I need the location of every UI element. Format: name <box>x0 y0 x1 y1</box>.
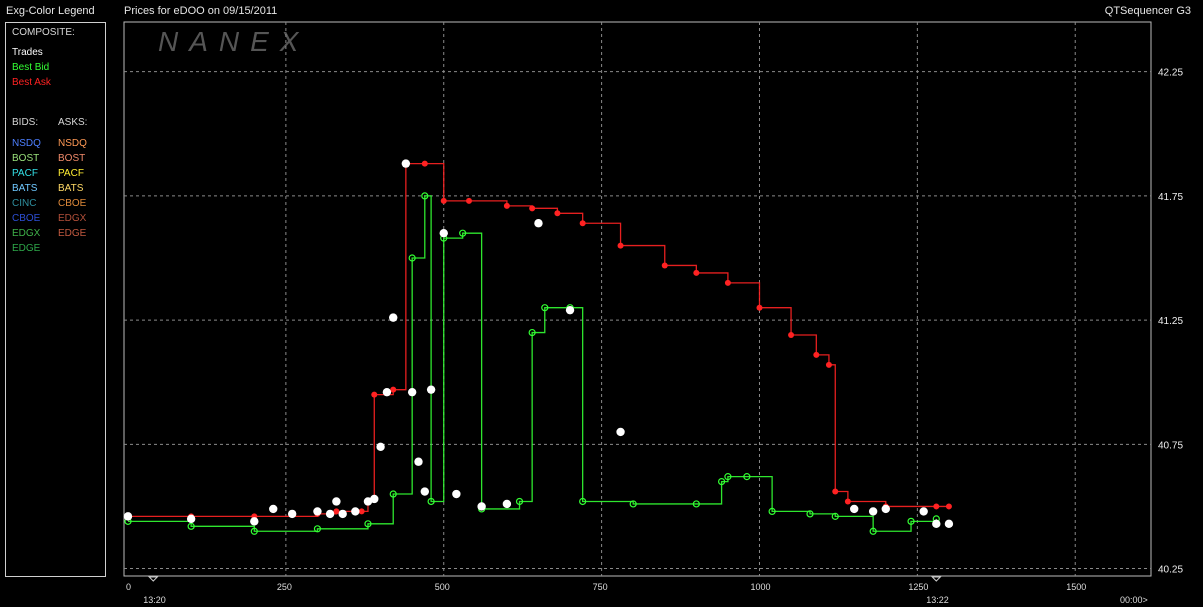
trades-point <box>477 502 486 511</box>
x-tick-label: 750 <box>593 582 608 592</box>
trades-point <box>452 489 461 499</box>
best-ask-point <box>788 332 795 339</box>
best-ask-point <box>661 262 668 269</box>
trades-point <box>250 517 259 526</box>
best-ask-point <box>466 197 472 204</box>
trades-point <box>123 512 133 521</box>
trades-point <box>338 509 347 519</box>
x-tick-label: 0 <box>126 582 131 592</box>
best-ask-point <box>503 202 510 209</box>
trades-point <box>534 219 543 228</box>
best-ask-point <box>554 210 561 217</box>
y-tick-label: 41.75 <box>1158 192 1183 203</box>
trades-point <box>269 504 278 514</box>
series-layer <box>123 159 954 535</box>
best-ask-point <box>371 391 378 398</box>
grid-layer <box>124 22 1151 576</box>
trades-point <box>389 313 398 322</box>
x-tick-label: 500 <box>435 582 450 592</box>
trades-point <box>881 504 890 514</box>
best-ask-point <box>933 503 940 510</box>
best-ask-point <box>825 361 832 368</box>
trades-point <box>332 497 341 506</box>
best-ask-series-line <box>128 162 949 518</box>
watermark-text: NANEX <box>158 26 309 57</box>
best-ask-point <box>724 279 731 286</box>
y-tick-label: 41.25 <box>1158 316 1183 327</box>
trades-point <box>370 494 379 504</box>
best-ask-point <box>390 386 397 393</box>
best-ask-point <box>844 498 851 505</box>
best-ask-point <box>579 220 586 227</box>
time-label: 13:22 <box>926 595 949 605</box>
y-tick-label: 40.25 <box>1158 565 1183 576</box>
y-tick-label: 40.75 <box>1158 440 1183 451</box>
trades-point <box>426 385 436 394</box>
trades-point <box>325 509 335 519</box>
best-ask-point <box>756 304 763 311</box>
best-ask-point <box>945 503 952 510</box>
trades-point <box>420 487 429 496</box>
trades-point <box>376 442 385 452</box>
trades-point <box>944 519 954 529</box>
x-tick-label: 1500 <box>1066 582 1086 592</box>
price-chart: NANEX 40.25 40.75 41.25 41.75 42.25 0 250 500 75… <box>123 21 1183 605</box>
trades-point <box>616 427 625 437</box>
y-tick-label: 42.25 <box>1158 68 1183 79</box>
trades-point <box>407 387 417 397</box>
best-ask-point <box>529 205 536 212</box>
x-tick-label: 1000 <box>750 582 770 592</box>
trades-point <box>932 519 941 529</box>
trades-point <box>382 387 392 397</box>
best-bid-series-line <box>128 195 937 532</box>
trades-point <box>919 507 928 516</box>
trades-point <box>439 228 448 238</box>
trades-point <box>414 457 423 466</box>
best-ask-point <box>832 488 839 495</box>
best-ask-point <box>813 351 820 358</box>
trades-point <box>868 507 878 516</box>
trades-point <box>502 499 512 509</box>
trades-point <box>186 514 196 524</box>
best-ask-point <box>440 197 447 204</box>
best-ask-point <box>358 508 365 515</box>
trades-point <box>850 504 859 514</box>
trades-point <box>565 305 575 315</box>
trades-point <box>351 507 360 516</box>
time-marker <box>931 576 942 582</box>
time-label: 13:20 <box>143 595 166 605</box>
trades-point <box>287 509 297 519</box>
time-marker <box>148 576 159 582</box>
time-end-label: 00:00> <box>1120 595 1148 605</box>
trades-point <box>313 507 322 516</box>
best-ask-point <box>617 242 624 249</box>
best-ask-point <box>421 160 428 167</box>
best-ask-point <box>693 269 700 276</box>
x-tick-label: 1250 <box>908 582 928 592</box>
best-ask-point <box>333 508 340 515</box>
axis-layer: 40.25 40.75 41.25 41.75 42.25 0 250 500 750 1000 1… <box>126 68 1183 605</box>
plot-frame <box>123 21 1152 577</box>
trades-point <box>401 159 411 168</box>
x-tick-label: 250 <box>277 582 292 592</box>
